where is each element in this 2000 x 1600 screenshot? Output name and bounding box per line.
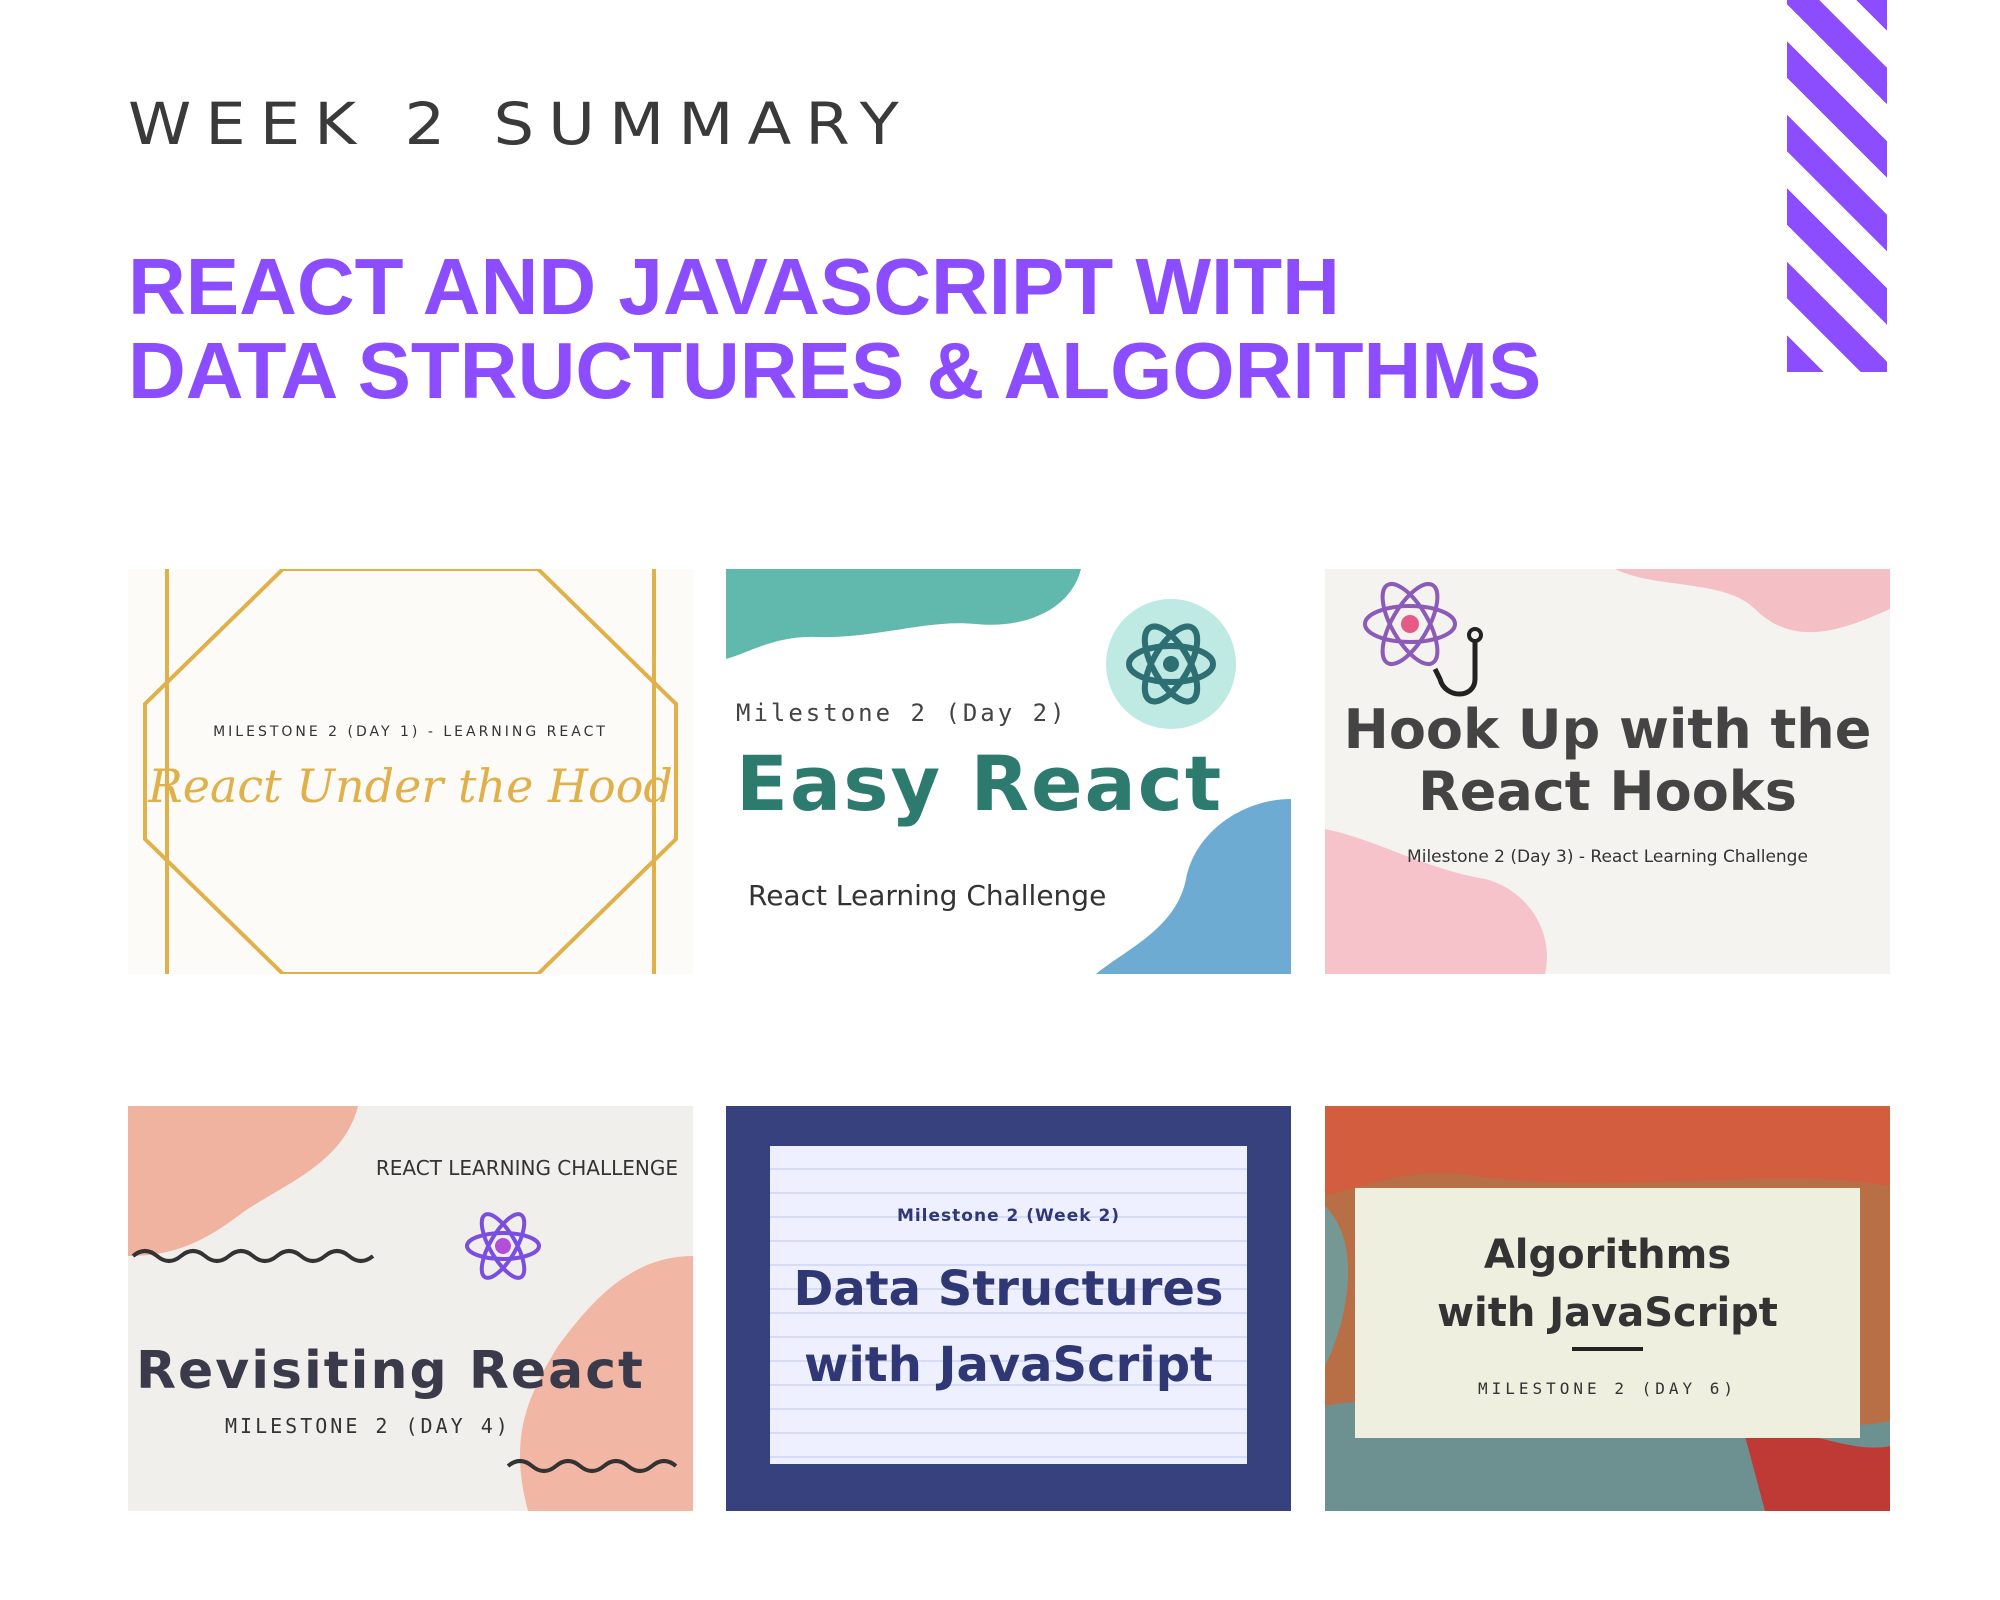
title-line-1: REACT AND JAVASCRIPT WITH xyxy=(128,242,1340,331)
card-title: Revisiting React xyxy=(136,1341,645,1401)
decorative-stripes xyxy=(1787,0,1887,372)
card-title-line-2: React Hooks xyxy=(1418,760,1797,823)
page-title: REACT AND JAVASCRIPT WITH DATA STRUCTURE… xyxy=(128,245,1828,413)
card-title: Easy React xyxy=(736,739,1224,828)
card-subtitle: Milestone 2 (Day 3) - React Learning Cha… xyxy=(1407,847,1808,867)
card-react-hooks[interactable]: Hook Up with the React Hooks Milestone 2… xyxy=(1325,569,1890,974)
card-title-line-1: Hook Up with the xyxy=(1343,698,1872,761)
card-react-under-the-hood[interactable]: MILESTONE 2 (DAY 1) - LEARNING REACT Rea… xyxy=(128,569,693,974)
card-subtitle: Milestone 2 (Day 2) xyxy=(736,699,1068,727)
card-title: Data Structures with JavaScript xyxy=(726,1251,1291,1403)
card-data-structures[interactable]: Milestone 2 (Week 2) Data Structures wit… xyxy=(726,1106,1291,1511)
card-subtitle: MILESTONE 2 (DAY 4) xyxy=(225,1414,511,1438)
card-revisiting-react[interactable]: REACT LEARNING CHALLENGE Revisiting Reac… xyxy=(128,1106,693,1511)
card-footer: React Learning Challenge xyxy=(748,879,1107,912)
card-title-line-2: with JavaScript xyxy=(1437,1290,1778,1336)
card-subtitle: Milestone 2 (Week 2) xyxy=(896,1206,1121,1226)
card-subtitle: MILESTONE 2 (DAY 1) - LEARNING REACT xyxy=(213,724,608,740)
card-kicker: REACT LEARNING CHALLENGE xyxy=(375,1156,678,1180)
card-title: Algorithms with JavaScript xyxy=(1325,1226,1890,1342)
card-title: React Under the Hood xyxy=(148,759,673,813)
card-title-line-1: Algorithms xyxy=(1483,1232,1732,1278)
week-label: WEEK 2 SUMMARY xyxy=(128,92,913,159)
card-title-line-2: with JavaScript xyxy=(803,1337,1213,1393)
card-title-line-1: Data Structures xyxy=(793,1261,1224,1317)
card-subtitle: MILESTONE 2 (DAY 6) xyxy=(1477,1379,1738,1398)
card-easy-react[interactable]: Milestone 2 (Day 2) Easy React React Lea… xyxy=(726,569,1291,974)
title-line-2: DATA STRUCTURES & ALGORITHMS xyxy=(128,326,1542,415)
card-algorithms[interactable]: Algorithms with JavaScript MILESTONE 2 (… xyxy=(1325,1106,1890,1511)
card-title: Hook Up with the React Hooks xyxy=(1325,699,1890,823)
